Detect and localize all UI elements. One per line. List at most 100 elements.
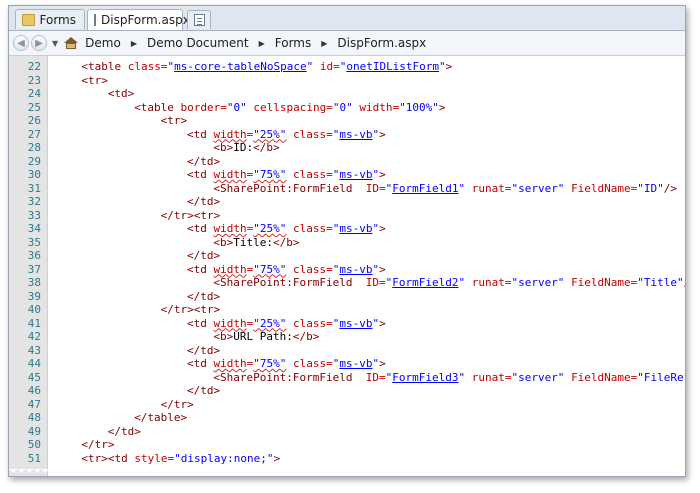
code-token: </td> bbox=[187, 289, 221, 303]
code-token: </td> bbox=[107, 424, 141, 438]
code-token: > bbox=[379, 316, 386, 330]
code-token: class= bbox=[127, 60, 168, 73]
code-token: class= bbox=[286, 127, 333, 141]
code-token: ID: bbox=[233, 141, 254, 154]
code-token: > bbox=[379, 357, 386, 370]
code-token: width= bbox=[359, 100, 400, 114]
code-token: <td bbox=[187, 168, 214, 181]
code-token: </tr> bbox=[81, 438, 115, 451]
breadcrumb-separator-icon[interactable]: ▶ bbox=[259, 39, 265, 48]
code-token: " bbox=[306, 60, 320, 73]
line-number: 31 bbox=[27, 181, 41, 195]
code-token: > bbox=[273, 451, 281, 465]
line-number: 45 bbox=[27, 370, 41, 384]
navigation-bar: ◀ ▶ ▼ Demo ▶ Demo Document ▶ Forms ▶ Dis… bbox=[9, 31, 685, 56]
code-line: <td> bbox=[108, 87, 135, 101]
tab-label: DispForm.aspx bbox=[101, 13, 190, 27]
code-token: "Title" bbox=[637, 276, 684, 289]
code-token: </tr><tr> bbox=[160, 303, 221, 316]
code-token: <td bbox=[187, 316, 214, 330]
editor-window: Forms DispForm.aspx ◀ ▶ ▼ Demo ▶ Demo Do… bbox=[8, 5, 686, 477]
tab-bar: Forms DispForm.aspx bbox=[9, 6, 685, 31]
line-number: 35 bbox=[27, 235, 41, 249]
line-number: 44 bbox=[27, 357, 41, 370]
new-tab-button[interactable] bbox=[187, 10, 211, 29]
code-token: <b> bbox=[213, 330, 234, 343]
code-token: ms-vb bbox=[339, 316, 373, 330]
code-token: "75%" bbox=[253, 262, 287, 276]
code-token: </td> bbox=[187, 249, 221, 262]
line-number: 28 bbox=[27, 141, 41, 154]
code-token: cellspacing= bbox=[253, 100, 333, 114]
code-token: width bbox=[213, 222, 247, 235]
breadcrumb-separator-icon[interactable]: ▶ bbox=[131, 39, 137, 48]
line-number: 37 bbox=[27, 262, 41, 276]
tab-dispform[interactable]: DispForm.aspx bbox=[87, 9, 190, 30]
code-line: </tr> bbox=[161, 398, 194, 412]
line-number: 46 bbox=[27, 384, 41, 397]
line-number: 47 bbox=[27, 397, 41, 411]
code-token: </td> bbox=[187, 343, 221, 357]
code-token: class= bbox=[286, 168, 333, 181]
code-token: FieldName= bbox=[571, 370, 638, 384]
code-token: <tr> bbox=[160, 114, 188, 127]
breadcrumb-separator-icon[interactable]: ▶ bbox=[321, 39, 327, 48]
code-token: "75%" bbox=[253, 168, 287, 181]
tab-forms[interactable]: Forms bbox=[15, 9, 85, 29]
code-token: > bbox=[379, 222, 386, 235]
code-token: </b> bbox=[292, 330, 320, 343]
code-token: "display:none;" bbox=[174, 451, 274, 465]
forward-arrow-icon[interactable]: ▶ bbox=[31, 35, 47, 51]
code-token: runat= bbox=[471, 181, 512, 195]
code-line: </td> bbox=[187, 344, 220, 358]
line-number: 38 bbox=[27, 276, 41, 289]
code-token: "0" bbox=[226, 100, 254, 114]
line-number: 27 bbox=[27, 127, 41, 141]
back-arrow-icon[interactable]: ◀ bbox=[13, 35, 29, 51]
code-line: </table> bbox=[134, 411, 187, 425]
code-token: "server" bbox=[511, 370, 572, 384]
code-token: ms-vb bbox=[339, 222, 373, 235]
code-token: <b> bbox=[213, 235, 234, 249]
code-token: "ID" bbox=[637, 181, 664, 195]
code-token: </td> bbox=[187, 154, 221, 168]
code-token: <tr> bbox=[81, 73, 108, 87]
code-line: <table class="ms-core-tableNoSpace" id="… bbox=[81, 60, 452, 74]
code-token: "0" bbox=[332, 100, 360, 114]
code-line: </td> bbox=[187, 290, 220, 304]
code-token: ms-core-tableNoSpace bbox=[174, 60, 307, 73]
code-line: <b>ID:</b> bbox=[213, 141, 279, 155]
code-token: <b> bbox=[213, 141, 234, 154]
code-token: </b> bbox=[273, 235, 300, 249]
code-line: <SharePoint:FormField ID="FormField2" ru… bbox=[213, 276, 685, 290]
line-number: 49 bbox=[27, 424, 41, 438]
code-token: " bbox=[458, 370, 472, 384]
code-token: ID= bbox=[365, 370, 386, 384]
code-token: "25%" bbox=[253, 222, 287, 235]
breadcrumb-item[interactable]: Demo Document bbox=[147, 36, 249, 50]
line-number: 34 bbox=[27, 222, 41, 235]
history-dropdown-icon[interactable]: ▼ bbox=[52, 39, 58, 48]
line-number: 24 bbox=[27, 87, 41, 100]
code-line: <tr> bbox=[81, 74, 108, 88]
code-token: class= bbox=[286, 222, 333, 235]
code-token: runat= bbox=[471, 370, 512, 384]
code-line: <td width="75%" class="ms-vb"> bbox=[187, 168, 386, 182]
code-line: </tr><tr> bbox=[161, 303, 221, 317]
breadcrumb-item[interactable]: DispForm.aspx bbox=[337, 36, 426, 50]
code-token: <td bbox=[187, 127, 214, 141]
breadcrumb-item[interactable]: Forms bbox=[275, 36, 311, 50]
code-token: "25%" bbox=[253, 127, 287, 141]
code-editor[interactable]: 22 23 24 25 26 27 28 29 30 31 32 33 34 35 36 37 38 39 40 41… bbox=[9, 56, 685, 476]
code-token: class= bbox=[286, 357, 333, 370]
folder-icon bbox=[22, 13, 35, 26]
code-token: ms-vb bbox=[339, 127, 373, 141]
breadcrumb-item[interactable]: Demo bbox=[85, 36, 121, 50]
code-token: width bbox=[213, 127, 247, 141]
line-number: 40 bbox=[27, 303, 41, 316]
code-line: <b>URL Path:</b> bbox=[213, 330, 319, 344]
code-token: FieldName= bbox=[571, 181, 638, 195]
code-token: > bbox=[438, 100, 446, 114]
code-token: "100%" bbox=[399, 100, 439, 114]
line-number: 25 bbox=[27, 100, 41, 114]
